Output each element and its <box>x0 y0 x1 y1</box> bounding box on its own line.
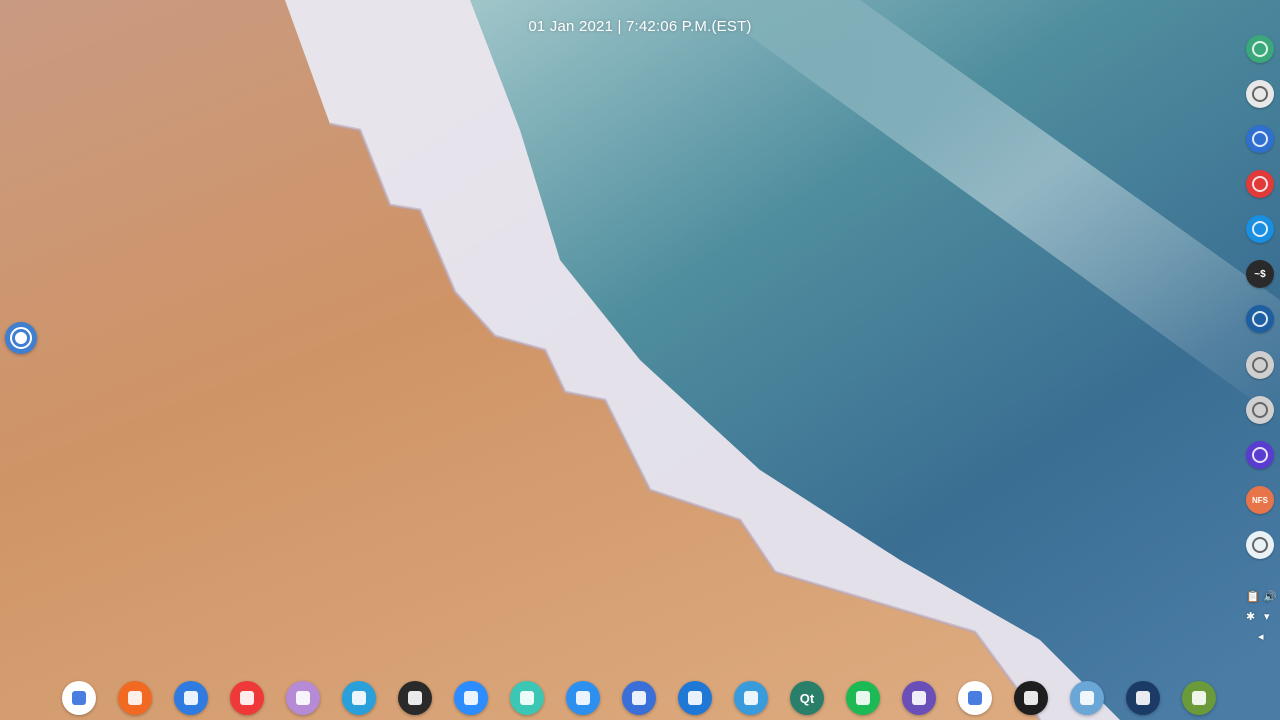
speedometer-icon[interactable] <box>1246 305 1274 333</box>
vivaldi-icon[interactable] <box>230 681 264 715</box>
messages-icon[interactable] <box>174 681 208 715</box>
chrome-icon[interactable] <box>1246 396 1274 424</box>
obs-studio-icon[interactable] <box>1014 681 1048 715</box>
clock-icon[interactable] <box>1246 215 1274 243</box>
chevron-left-icon[interactable]: ◂ <box>1258 630 1264 643</box>
zoom-icon[interactable] <box>454 681 488 715</box>
volume-icon[interactable]: 🔊 <box>1263 590 1277 603</box>
save-disk-icon[interactable] <box>286 681 320 715</box>
mail-icon[interactable] <box>510 681 544 715</box>
telescope-icon[interactable] <box>678 681 712 715</box>
app-t-icon[interactable] <box>1246 170 1274 198</box>
kdenlive-icon[interactable] <box>902 681 936 715</box>
telegram-icon[interactable] <box>342 681 376 715</box>
terminal-label: ~$ <box>1254 268 1266 280</box>
audio-wave-icon[interactable] <box>1246 441 1274 469</box>
finder-icon[interactable] <box>566 681 600 715</box>
nfs-folder-icon[interactable]: NFS <box>1246 486 1274 514</box>
whatsapp-icon[interactable] <box>398 681 432 715</box>
system-monitor-icon[interactable] <box>1246 35 1274 63</box>
bluetooth-icon[interactable]: ✱ <box>1246 610 1255 623</box>
launcher-icon[interactable] <box>5 322 37 354</box>
wps-office-icon[interactable] <box>622 681 656 715</box>
wallpaper <box>0 0 1280 720</box>
spotify-icon[interactable] <box>846 681 880 715</box>
media-player-icon[interactable] <box>958 681 992 715</box>
steam-icon[interactable] <box>1126 681 1160 715</box>
terminal-icon[interactable]: ~$ <box>1246 260 1274 288</box>
trash-icon[interactable] <box>1246 531 1274 559</box>
desktop: 01 Jan 2021 | 7:42:06 P.M.(EST) ~$ NFS 📋 … <box>0 0 1280 720</box>
package-icon[interactable] <box>734 681 768 715</box>
date-time-display: 01 Jan 2021 | 7:42:06 P.M.(EST) <box>528 18 752 35</box>
qt-creator-icon[interactable]: Qt <box>790 681 824 715</box>
brave-icon[interactable] <box>118 681 152 715</box>
chat-bubble-icon[interactable] <box>1246 351 1274 379</box>
clipboard-icon[interactable]: 📋 <box>1246 590 1260 603</box>
minecraft-icon[interactable] <box>1182 681 1216 715</box>
diamond-icon[interactable] <box>1070 681 1104 715</box>
linux-penguin-icon[interactable] <box>1246 125 1274 153</box>
nfs-folder-label: NFS <box>1252 495 1268 505</box>
wifi-icon[interactable]: ▾ <box>1264 610 1270 623</box>
qt-creator-label: Qt <box>799 690 815 706</box>
google-assistant-icon[interactable] <box>62 681 96 715</box>
settings-gear-icon[interactable] <box>1246 80 1274 108</box>
